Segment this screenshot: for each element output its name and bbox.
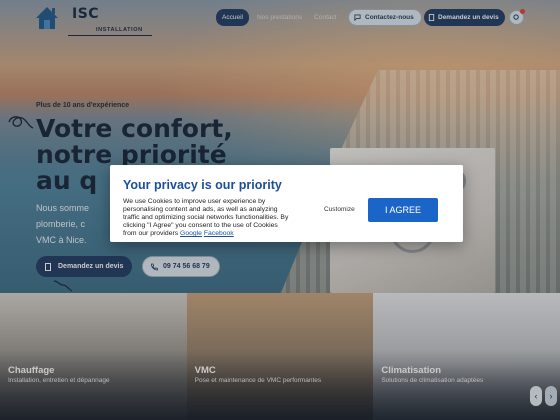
consent-text: We use Cookies to improve user experienc… xyxy=(123,198,293,238)
facebook-link[interactable]: Facebook xyxy=(204,230,234,237)
customize-button[interactable]: Customize xyxy=(324,206,355,213)
consent-title: Your privacy is our priority xyxy=(123,178,282,192)
consent-dialog: Your privacy is our priority We use Cook… xyxy=(110,165,463,242)
google-link[interactable]: Google xyxy=(180,230,202,237)
agree-button[interactable]: I AGREE xyxy=(368,198,438,222)
